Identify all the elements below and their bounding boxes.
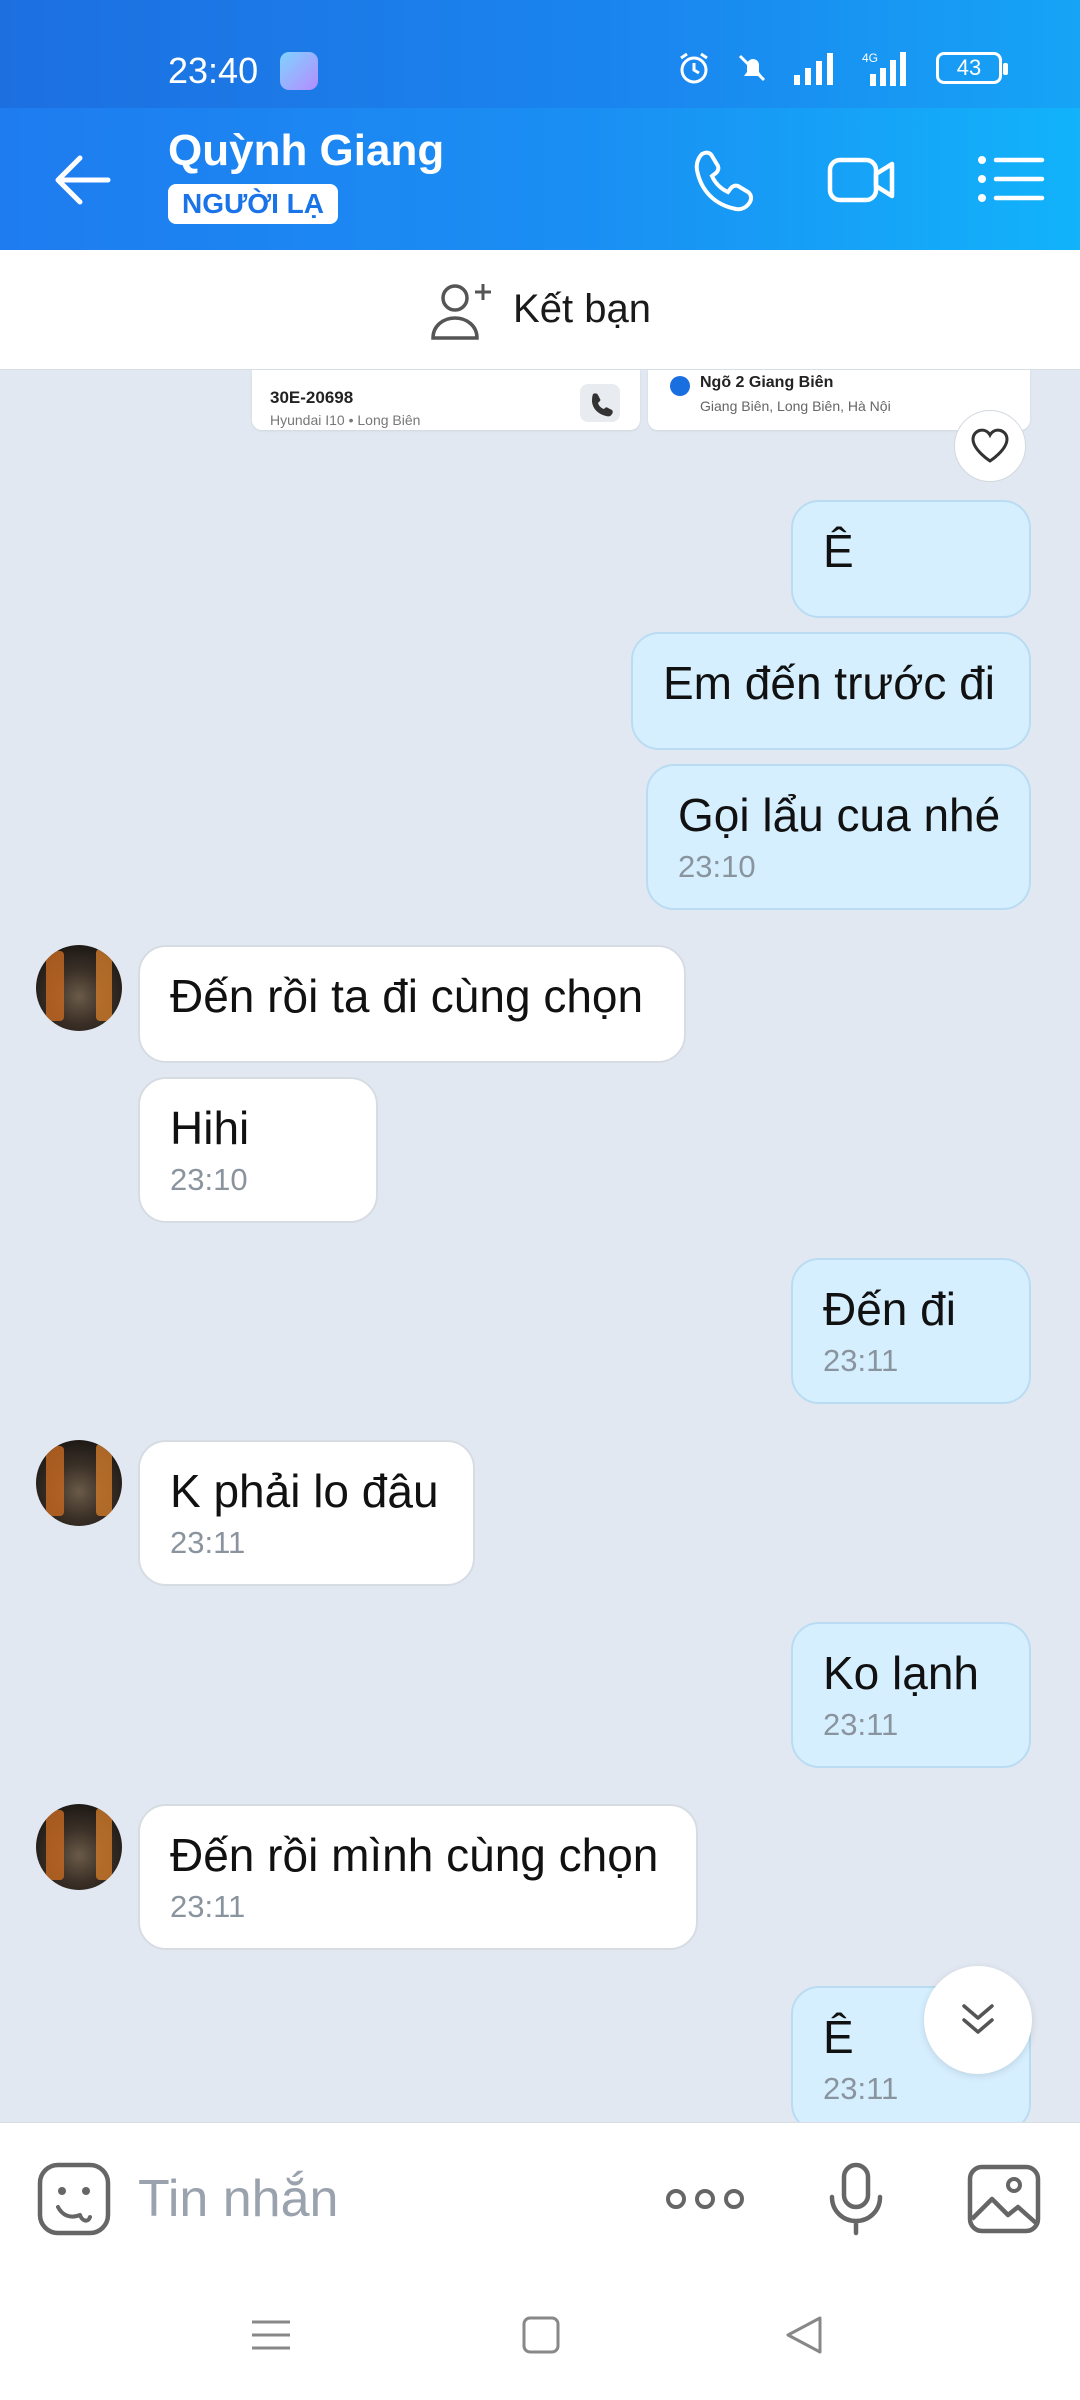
shared-vehicle-card[interactable]: 30E-20698 Hyundai I10 • Long Biên bbox=[252, 370, 640, 430]
message-text: Đến đi bbox=[823, 1283, 956, 1335]
image-icon[interactable] bbox=[966, 2161, 1042, 2237]
add-friend-label: Kết bạn bbox=[513, 287, 651, 331]
message-bubble-outgoing[interactable]: Đến đi 23:11 bbox=[791, 1258, 1031, 1404]
chevron-double-down-icon bbox=[962, 2004, 994, 2034]
system-navigation-bar bbox=[0, 2272, 1080, 2400]
home-icon[interactable] bbox=[516, 2310, 566, 2360]
message-time: 23:11 bbox=[170, 1889, 246, 1924]
notification-app-icon bbox=[280, 52, 318, 90]
stranger-badge: NGƯỜI LẠ bbox=[168, 184, 338, 224]
back-arrow-icon[interactable] bbox=[52, 152, 112, 208]
add-friend-icon bbox=[431, 283, 492, 340]
status-indicators: 4G 43 bbox=[676, 50, 1008, 86]
place-title: Ngõ 2 Giang Biên bbox=[700, 374, 834, 391]
message-time: 23:10 bbox=[678, 849, 756, 884]
message-time: 23:10 bbox=[170, 1162, 248, 1197]
alarm-icon bbox=[680, 52, 708, 84]
message-bubble-outgoing[interactable]: Ê bbox=[791, 500, 1031, 618]
message-text: Đến rồi ta đi cùng chọn bbox=[170, 970, 644, 1022]
card-phone-icon[interactable] bbox=[580, 384, 620, 422]
like-button[interactable] bbox=[954, 410, 1026, 482]
message-time: 23:11 bbox=[823, 2071, 899, 2106]
menu-list-icon[interactable] bbox=[974, 146, 1046, 212]
message-time: 23:11 bbox=[823, 1343, 899, 1378]
phone-icon[interactable] bbox=[688, 146, 760, 212]
location-icon bbox=[670, 376, 690, 396]
chat-header: Quỳnh Giang NGƯỜI LẠ bbox=[0, 108, 1080, 250]
vehicle-info: Hyundai I10 • Long Biên bbox=[270, 412, 421, 428]
status-bar: 23:40 4G 43 bbox=[0, 0, 1080, 108]
video-call-icon[interactable] bbox=[826, 146, 898, 212]
message-bubble-incoming[interactable]: Hihi 23:10 bbox=[138, 1077, 378, 1223]
nav-back-icon[interactable] bbox=[780, 2310, 830, 2360]
emoji-icon[interactable] bbox=[36, 2161, 112, 2237]
svg-text:4G: 4G bbox=[862, 51, 878, 65]
contact-avatar[interactable] bbox=[36, 1804, 122, 1890]
message-bubble-incoming[interactable]: Đến rồi mình cùng chọn 23:11 bbox=[138, 1804, 698, 1950]
message-input[interactable]: Tin nhắn bbox=[138, 2169, 338, 2229]
message-text: Ê bbox=[823, 2011, 854, 2063]
add-friend-bar[interactable]: Kết bạn bbox=[0, 250, 1080, 370]
mute-icon bbox=[738, 54, 766, 82]
contact-avatar[interactable] bbox=[36, 1440, 122, 1526]
message-text: Gọi lẩu cua nhé bbox=[678, 789, 1001, 841]
message-bubble-outgoing[interactable]: Ko lạnh 23:11 bbox=[791, 1622, 1031, 1768]
message-bubble-outgoing[interactable]: Gọi lẩu cua nhé 23:10 bbox=[646, 764, 1031, 910]
recent-apps-icon[interactable] bbox=[246, 2310, 296, 2360]
more-icon[interactable] bbox=[664, 2161, 746, 2237]
message-bubble-outgoing[interactable]: Em đến trước đi bbox=[631, 632, 1031, 750]
message-time: 23:11 bbox=[170, 1525, 246, 1560]
signal-icon bbox=[794, 53, 833, 85]
microphone-icon[interactable] bbox=[818, 2161, 894, 2237]
message-text: Em đến trước đi bbox=[663, 657, 995, 709]
heart-icon bbox=[971, 428, 1009, 463]
message-list[interactable]: 30E-20698 Hyundai I10 • Long Biên Ngõ 2 … bbox=[0, 370, 1080, 2122]
place-address: Giang Biên, Long Biên, Hà Nội bbox=[700, 398, 891, 414]
message-text: K phải lo đâu bbox=[170, 1465, 439, 1517]
contact-avatar[interactable] bbox=[36, 945, 122, 1031]
message-bubble-incoming[interactable]: Đến rồi ta đi cùng chọn bbox=[138, 945, 686, 1063]
message-text: Ko lạnh bbox=[823, 1647, 980, 1699]
message-text: Ê bbox=[823, 525, 854, 577]
message-text: Đến rồi mình cùng chọn bbox=[170, 1829, 659, 1881]
message-time: 23:11 bbox=[823, 1707, 899, 1742]
message-composer: Tin nhắn bbox=[0, 2122, 1080, 2272]
signal-4g-icon: 4G bbox=[862, 51, 906, 86]
status-time: 23:40 bbox=[168, 50, 259, 91]
battery-indicator: 43 bbox=[936, 52, 1008, 84]
message-text: Hihi bbox=[170, 1102, 250, 1154]
message-bubble-incoming[interactable]: K phải lo đâu 23:11 bbox=[138, 1440, 475, 1586]
vehicle-plate: 30E-20698 bbox=[270, 388, 354, 407]
contact-name[interactable]: Quỳnh Giang bbox=[168, 126, 444, 176]
scroll-to-bottom-button[interactable] bbox=[924, 1966, 1032, 2074]
